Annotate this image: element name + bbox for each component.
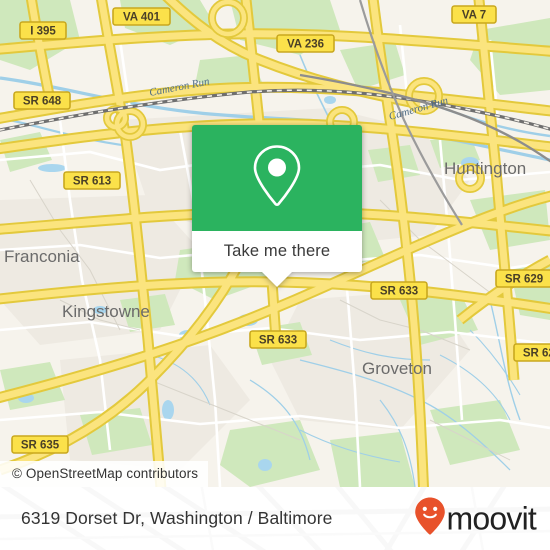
road-shield: VA 7 — [451, 5, 497, 24]
road-shield: SR 648 — [13, 91, 71, 110]
road-shield-label: SR 629 — [523, 348, 550, 360]
road-shield: SR 635 — [11, 435, 69, 454]
road-shield: SR 633 — [370, 281, 428, 300]
road-shield: SR 629 — [495, 269, 550, 288]
place-label-groveton: Groveton — [362, 359, 432, 378]
road-shield: SR 629 — [513, 343, 550, 362]
location-title: 6319 Dorset Dr, Washington / Baltimore — [21, 508, 333, 528]
road-shield-label: VA 7 — [462, 10, 486, 22]
moovit-map-screenshot: Cameron Run Cameron Run Franconia Kingst… — [0, 0, 550, 550]
road-shield-label: SR 635 — [21, 440, 60, 452]
road-shield-label: VA 401 — [123, 12, 161, 24]
road-shield-label: SR 629 — [505, 274, 543, 286]
road-shield-label: SR 633 — [380, 286, 418, 298]
road-shield-label: VA 236 — [287, 39, 324, 51]
road-shield-label: SR 613 — [73, 176, 111, 188]
road-shield: SR 613 — [63, 171, 121, 190]
road-shield-label: SR 648 — [23, 96, 62, 108]
road-shield: I 395 — [19, 21, 67, 40]
osm-attribution[interactable]: © OpenStreetMap contributors — [0, 460, 209, 487]
road-shield: VA 236 — [276, 34, 335, 53]
place-label-franconia: Franconia — [4, 247, 80, 266]
moovit-logo[interactable]: moovit — [414, 496, 537, 541]
footer-bar: 6319 Dorset Dr, Washington / Baltimore m… — [0, 487, 550, 550]
take-me-there-button[interactable]: Take me there — [224, 242, 331, 261]
place-label-huntington: Huntington — [444, 159, 526, 178]
road-shield-label: I 395 — [30, 26, 56, 38]
location-pin-icon — [249, 143, 305, 214]
road-shield: VA 401 — [112, 7, 171, 26]
moovit-pin-smiley-icon — [414, 496, 446, 541]
popup-pointer — [262, 272, 292, 287]
popup-header — [192, 125, 362, 231]
popup-action-bar[interactable]: Take me there — [192, 231, 362, 287]
road-shield-label: SR 633 — [259, 335, 297, 347]
location-popup-card[interactable]: Take me there — [192, 125, 362, 287]
moovit-wordmark: moovit — [446, 500, 537, 536]
place-label-kingstowne: Kingstowne — [62, 302, 150, 321]
road-shield: SR 633 — [249, 330, 307, 349]
